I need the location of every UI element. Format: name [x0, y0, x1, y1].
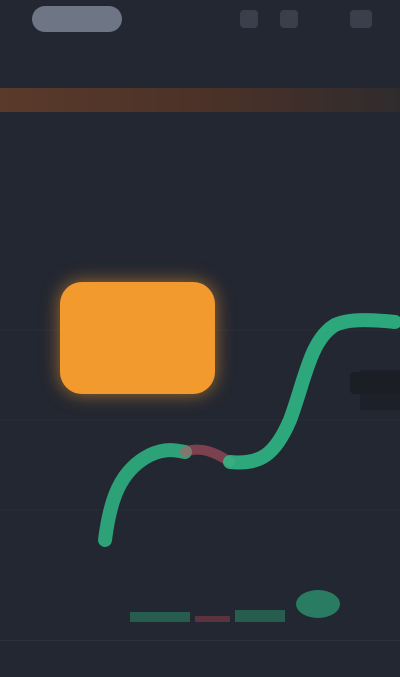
volume-bar: [296, 590, 340, 618]
price-line-down: [180, 444, 235, 467]
last-price: [12, 128, 132, 156]
current-price-tag: [350, 372, 400, 394]
stat-block: [300, 176, 370, 180]
volume-bar: [195, 616, 230, 622]
menu-icon[interactable]: [350, 10, 372, 28]
highlight-card[interactable]: [60, 282, 215, 394]
bell-icon[interactable]: [280, 10, 298, 28]
announcement-bar[interactable]: [0, 88, 400, 112]
interval-bar: [0, 238, 400, 266]
bottom-nav: [0, 640, 400, 677]
stat-block: [210, 134, 280, 138]
volume-bar: [130, 612, 190, 622]
volume-bars: [130, 590, 340, 622]
tab-bar: [0, 50, 400, 84]
search-icon[interactable]: [240, 10, 258, 28]
stat-block: [210, 176, 280, 180]
app-logo[interactable]: [32, 6, 122, 32]
stat-block: [300, 134, 370, 138]
price-line-up-1: [98, 443, 192, 547]
volume-bar: [235, 610, 285, 622]
